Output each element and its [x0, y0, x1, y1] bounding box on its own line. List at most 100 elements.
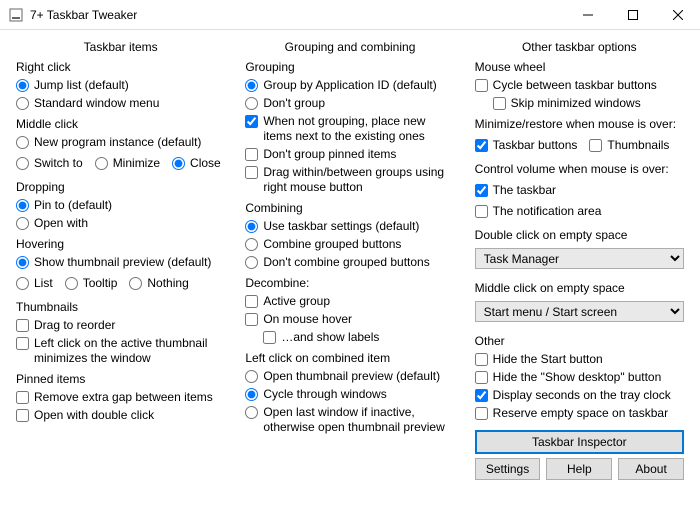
col1-header: Taskbar items: [16, 40, 225, 54]
help-button[interactable]: Help: [546, 458, 612, 480]
radio-last-window[interactable]: [245, 406, 258, 419]
label-close: Close: [190, 156, 221, 171]
radio-pin-to[interactable]: [16, 199, 29, 212]
check-active-group[interactable]: [245, 295, 258, 308]
thumbnails-title: Thumbnails: [16, 300, 225, 314]
label-use-tb: Use taskbar settings (default): [263, 219, 419, 234]
radio-minimize[interactable]: [95, 157, 108, 170]
app-icon: [8, 7, 24, 23]
taskbar-inspector-button[interactable]: Taskbar Inspector: [475, 430, 684, 454]
check-drag-reorder[interactable]: [16, 319, 29, 332]
radio-std-menu[interactable]: [16, 97, 29, 110]
check-nopinned[interactable]: [245, 148, 258, 161]
check-notif-vol[interactable]: [475, 205, 488, 218]
label-tb-buttons: Taskbar buttons: [493, 138, 578, 153]
label-seconds: Display seconds on the tray clock: [493, 388, 671, 403]
label-last-window: Open last window if inactive, otherwise …: [263, 405, 454, 435]
radio-cycle[interactable]: [245, 388, 258, 401]
minimize-button[interactable]: [565, 0, 610, 29]
check-cycle-buttons[interactable]: [475, 79, 488, 92]
label-std-menu: Standard window menu: [34, 96, 159, 111]
radio-dont-combine[interactable]: [245, 256, 258, 269]
titlebar: 7+ Taskbar Tweaker: [0, 0, 700, 30]
radio-use-tb[interactable]: [245, 220, 258, 233]
label-tooltip: Tooltip: [83, 276, 118, 291]
check-mouse-hover[interactable]: [245, 313, 258, 326]
check-hide-desktop[interactable]: [475, 371, 488, 384]
label-nothing: Nothing: [147, 276, 188, 291]
radio-tooltip[interactable]: [65, 277, 78, 290]
radio-jump-list[interactable]: [16, 79, 29, 92]
label-mouse-hover: On mouse hover: [263, 312, 352, 327]
radio-open-with[interactable]: [16, 217, 29, 230]
middle-click-title: Middle click: [16, 117, 225, 131]
radio-close[interactable]: [172, 157, 185, 170]
window-title: 7+ Taskbar Tweaker: [30, 8, 565, 22]
other-title: Other: [475, 334, 684, 348]
label-active-group: Active group: [263, 294, 330, 309]
radio-combine[interactable]: [245, 238, 258, 251]
check-remove-gap[interactable]: [16, 391, 29, 404]
dropping-title: Dropping: [16, 180, 225, 194]
label-combine: Combine grouped buttons: [263, 237, 401, 252]
label-hide-desktop: Hide the "Show desktop" button: [493, 370, 662, 385]
maximize-button[interactable]: [610, 0, 655, 29]
dblclick-select[interactable]: Task Manager: [475, 248, 684, 269]
radio-list[interactable]: [16, 277, 29, 290]
check-hide-start[interactable]: [475, 353, 488, 366]
check-nextto[interactable]: [245, 115, 258, 128]
right-click-title: Right click: [16, 60, 225, 74]
radio-thumb-preview[interactable]: [16, 256, 29, 269]
minrestore-title: Minimize/restore when mouse is over:: [475, 117, 684, 131]
label-open-dbl: Open with double click: [34, 408, 154, 423]
close-button[interactable]: [655, 0, 700, 29]
grouping-title: Grouping: [245, 60, 454, 74]
check-taskbar-vol[interactable]: [475, 184, 488, 197]
check-reserve[interactable]: [475, 407, 488, 420]
check-leftclick-thumb[interactable]: [16, 337, 29, 350]
check-drag-groups[interactable]: [245, 166, 258, 179]
radio-dont-group[interactable]: [245, 97, 258, 110]
check-seconds[interactable]: [475, 389, 488, 402]
pinned-title: Pinned items: [16, 372, 225, 386]
radio-open-thumb[interactable]: [245, 370, 258, 383]
label-dont-combine: Don't combine grouped buttons: [263, 255, 429, 270]
label-taskbar-vol: The taskbar: [493, 183, 556, 198]
hovering-title: Hovering: [16, 237, 225, 251]
settings-button[interactable]: Settings: [475, 458, 541, 480]
leftclick-combined-title: Left click on combined item: [245, 351, 454, 365]
combining-title: Combining: [245, 201, 454, 215]
label-thumb-preview: Show thumbnail preview (default): [34, 255, 211, 270]
label-nextto: When not grouping, place new items next …: [263, 114, 454, 144]
about-button[interactable]: About: [618, 458, 684, 480]
check-tb-buttons[interactable]: [475, 139, 488, 152]
radio-new-instance[interactable]: [16, 136, 29, 149]
column-other: Other taskbar options Mouse wheel Cycle …: [469, 36, 690, 484]
check-open-dbl[interactable]: [16, 409, 29, 422]
label-pin-to: Pin to (default): [34, 198, 112, 213]
midclick-title: Middle click on empty space: [475, 281, 684, 295]
column-grouping: Grouping and combining Grouping Group by…: [239, 36, 460, 484]
label-drag-reorder: Drag to reorder: [34, 318, 115, 333]
label-minimize: Minimize: [113, 156, 160, 171]
midclick-select[interactable]: Start menu / Start screen: [475, 301, 684, 322]
radio-nothing[interactable]: [129, 277, 142, 290]
check-thumbnails[interactable]: [589, 139, 602, 152]
decombine-title: Decombine:: [245, 276, 454, 290]
radio-group-appid[interactable]: [245, 79, 258, 92]
label-reserve: Reserve empty space on taskbar: [493, 406, 668, 421]
label-open-thumb: Open thumbnail preview (default): [263, 369, 440, 384]
label-thumbnails: Thumbnails: [607, 138, 669, 153]
label-skip-min: Skip minimized windows: [511, 96, 641, 111]
label-drag-groups: Drag within/between groups using right m…: [263, 165, 454, 195]
check-show-labels[interactable]: [263, 331, 276, 344]
check-skip-min[interactable]: [493, 97, 506, 110]
main-content: Taskbar items Right click Jump list (def…: [0, 30, 700, 494]
label-hide-start: Hide the Start button: [493, 352, 603, 367]
col3-header: Other taskbar options: [475, 40, 684, 54]
label-open-with: Open with: [34, 216, 88, 231]
radio-switch-to[interactable]: [16, 157, 29, 170]
label-leftclick-thumb: Left click on the active thumbnail minim…: [34, 336, 225, 366]
label-jump-list: Jump list (default): [34, 78, 129, 93]
label-new-instance: New program instance (default): [34, 135, 201, 150]
